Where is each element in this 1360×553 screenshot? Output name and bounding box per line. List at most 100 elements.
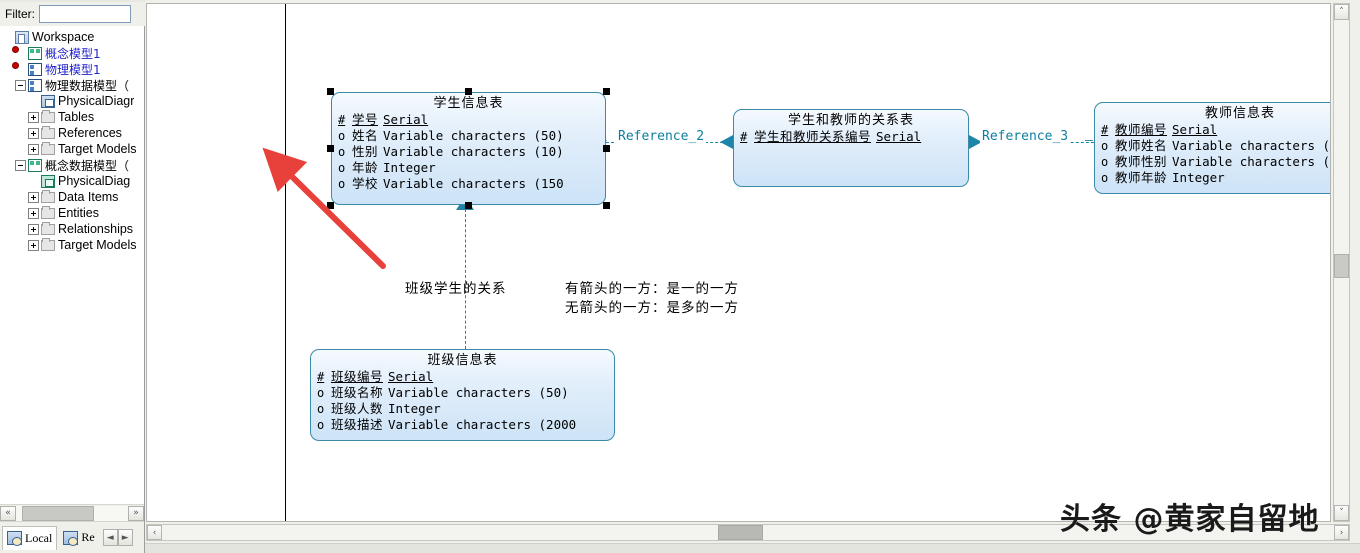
diagram-canvas[interactable]: — Reference_2 — Reference_3 班级学生的关系 有箭头的… — [147, 4, 1331, 521]
reference-3-label[interactable]: Reference_3 — [980, 129, 1071, 144]
entity-attribute-row[interactable]: o 教师性别 Variable characters (10 — [1101, 154, 1330, 170]
selection-handle[interactable] — [603, 145, 610, 152]
tab-next-arrow-icon[interactable]: ► — [117, 529, 133, 546]
diagram-vscroll-thumb[interactable] — [1334, 254, 1349, 278]
attribute-name: 学号 — [352, 112, 379, 127]
red-annotation-arrow-icon — [262, 147, 386, 269]
teacher-entity[interactable]: 教师信息表 # 教师编号 Serial o 教师姓名 Variable characters… — [1094, 102, 1331, 194]
selection-handle[interactable] — [603, 88, 610, 95]
attribute-datatype: Variable characters (2000 — [388, 417, 577, 432]
tab-local-label: Local — [25, 530, 53, 545]
scroll-right-arrow-icon[interactable]: » — [128, 505, 144, 521]
tree-item-1[interactable]: 概念模型1 — [0, 45, 144, 61]
tree-item-10[interactable]: Data Items — [0, 189, 144, 205]
tree-scroll-thumb[interactable] — [22, 505, 94, 521]
selection-handle[interactable] — [465, 88, 472, 95]
entity-attribute-row[interactable]: # 教师编号 Serial — [1101, 122, 1330, 138]
tree-item-label: 物理模型1 — [45, 62, 101, 77]
tree-item-3[interactable]: 物理数据模型（ — [0, 77, 144, 93]
tree-item-label: PhysicalDiag — [58, 174, 131, 188]
tree-item-12[interactable]: Relationships — [0, 221, 144, 237]
entity-attribute-row[interactable]: # 班级编号 Serial — [317, 369, 614, 385]
tree-item-2[interactable]: 物理模型1 — [0, 61, 144, 77]
entity-attribute-row[interactable]: o 教师年龄 Integer — [1101, 170, 1330, 186]
tree-item-label: PhysicalDiagr — [58, 94, 135, 108]
tree-expand-toggle[interactable] — [28, 191, 39, 203]
tree-collapse-toggle[interactable] — [15, 79, 26, 91]
model-tree-scroll-area[interactable]: Workspace 概念模型1 物理模型1 物理数据模型（ PhysicalDiagr T… — [0, 26, 144, 504]
cdm-model-icon — [28, 46, 42, 60]
tab-local[interactable]: Local — [2, 525, 58, 550]
tree-item-label: 概念模型1 — [45, 46, 101, 61]
entity-attribute-row[interactable]: o 班级名称 Variable characters (50) — [317, 385, 614, 401]
attribute-datatype: Variable characters (10) — [383, 144, 564, 159]
tree-expand-toggle[interactable] — [28, 127, 39, 139]
selection-handle[interactable] — [327, 88, 334, 95]
tree-item-label: 物理数据模型（ — [45, 78, 130, 93]
entity-attribute-row[interactable]: o 教师姓名 Variable characters (50 — [1101, 138, 1331, 154]
diagram-vertical-scrollbar[interactable]: ˄ ˅ — [1333, 3, 1350, 522]
entity-attribute-row[interactable]: o 班级描述 Variable characters (2000 — [317, 417, 614, 433]
diagram-canvas-frame: — Reference_2 — Reference_3 班级学生的关系 有箭头的… — [146, 3, 1331, 522]
tree-expand-toggle[interactable] — [28, 143, 39, 155]
legend-line-1: 有箭头的一方：是一的一方 — [565, 281, 739, 297]
watermark-text: 头条 @黄家自留地 — [1060, 502, 1320, 537]
tree-item-6[interactable]: References — [0, 125, 144, 141]
attribute-key-marker: o — [1101, 155, 1109, 169]
tab-repository[interactable]: Re — [59, 525, 99, 550]
tree-item-0[interactable]: Workspace — [0, 29, 144, 45]
tree-collapse-toggle[interactable] — [15, 159, 26, 171]
tree-item-5[interactable]: Tables — [0, 109, 144, 125]
selection-handle[interactable] — [603, 202, 610, 209]
tab-prev-arrow-icon[interactable]: ◄ — [102, 529, 118, 546]
tree-expand-toggle[interactable] — [28, 239, 39, 251]
attribute-datatype: Serial — [876, 129, 922, 144]
attribute-key-marker: o — [1101, 139, 1109, 153]
scroll-up-arrow-icon[interactable]: ˄ — [1334, 4, 1349, 20]
attribute-datatype: Variable characters (50 — [1172, 138, 1331, 153]
tree-item-4[interactable]: PhysicalDiagr — [0, 93, 144, 109]
diagram-scroll-left-arrow-icon[interactable]: ‹ — [147, 525, 162, 540]
student-teacher-relation-entity[interactable]: 学生和教师的关系表 # 学生和教师关系编号 Serial — [733, 109, 969, 187]
folder-icon — [41, 125, 55, 139]
entity-attribute-row[interactable]: # 学号 Serial — [338, 112, 605, 128]
tree-item-7[interactable]: Target Models — [0, 141, 144, 157]
legend-line-2: 无箭头的一方：是多的一方 — [565, 300, 739, 316]
reference-2-label[interactable]: Reference_2 — [616, 129, 707, 144]
folder-icon — [41, 205, 55, 219]
entity-attribute-row[interactable]: # 学生和教师关系编号 Serial — [740, 129, 968, 145]
class-entity[interactable]: 班级信息表 # 班级编号 Serial o 班级名称 Variable characters… — [310, 349, 615, 441]
tree-expand-toggle[interactable] — [28, 207, 39, 219]
selection-handle[interactable] — [465, 202, 472, 209]
scroll-down-arrow-icon[interactable]: ˅ — [1334, 505, 1349, 521]
entity-attribute-row[interactable]: o 姓名 Variable characters (50) — [338, 128, 605, 144]
scroll-left-arrow-icon[interactable]: « — [0, 505, 16, 521]
tree-item-11[interactable]: Entities — [0, 205, 144, 221]
tree-item-8[interactable]: 概念数据模型（ — [0, 157, 144, 173]
tree-item-13[interactable]: Target Models — [0, 237, 144, 253]
tree-item-label: Workspace — [32, 30, 95, 44]
diagram-scroll-right-arrow-icon[interactable]: › — [1334, 525, 1349, 540]
repository-icon — [63, 530, 79, 546]
folder-icon — [41, 141, 55, 155]
tree-expand-toggle[interactable] — [28, 223, 39, 235]
browser-bottom-tabs: Local Re ◄ ► — [0, 521, 144, 553]
tree-horizontal-scrollbar[interactable]: « » — [0, 504, 144, 521]
entity-attribute-row[interactable]: o 班级人数 Integer — [317, 401, 614, 417]
diagram-hscroll-thumb[interactable] — [718, 525, 763, 540]
folder-icon — [41, 221, 55, 235]
class-student-relation-note: 班级学生的关系 — [405, 281, 507, 297]
attribute-key-marker: o — [317, 402, 325, 416]
tree-expand-toggle[interactable] — [28, 111, 39, 123]
tree-item-9[interactable]: PhysicalDiag — [0, 173, 144, 189]
attribute-name: 教师姓名 — [1115, 138, 1168, 153]
attribute-name: 班级编号 — [331, 369, 384, 384]
tab-repository-label: Re — [81, 530, 95, 544]
tree-scroll-track[interactable] — [16, 505, 128, 521]
physical-diagram-icon — [41, 94, 55, 108]
filter-input[interactable] — [39, 5, 131, 23]
attribute-name: 班级名称 — [331, 385, 384, 400]
class-student-relation-line[interactable] — [465, 209, 466, 349]
tree-item-label: Tables — [58, 110, 95, 124]
reference-2-arrowhead-icon — [720, 135, 733, 149]
